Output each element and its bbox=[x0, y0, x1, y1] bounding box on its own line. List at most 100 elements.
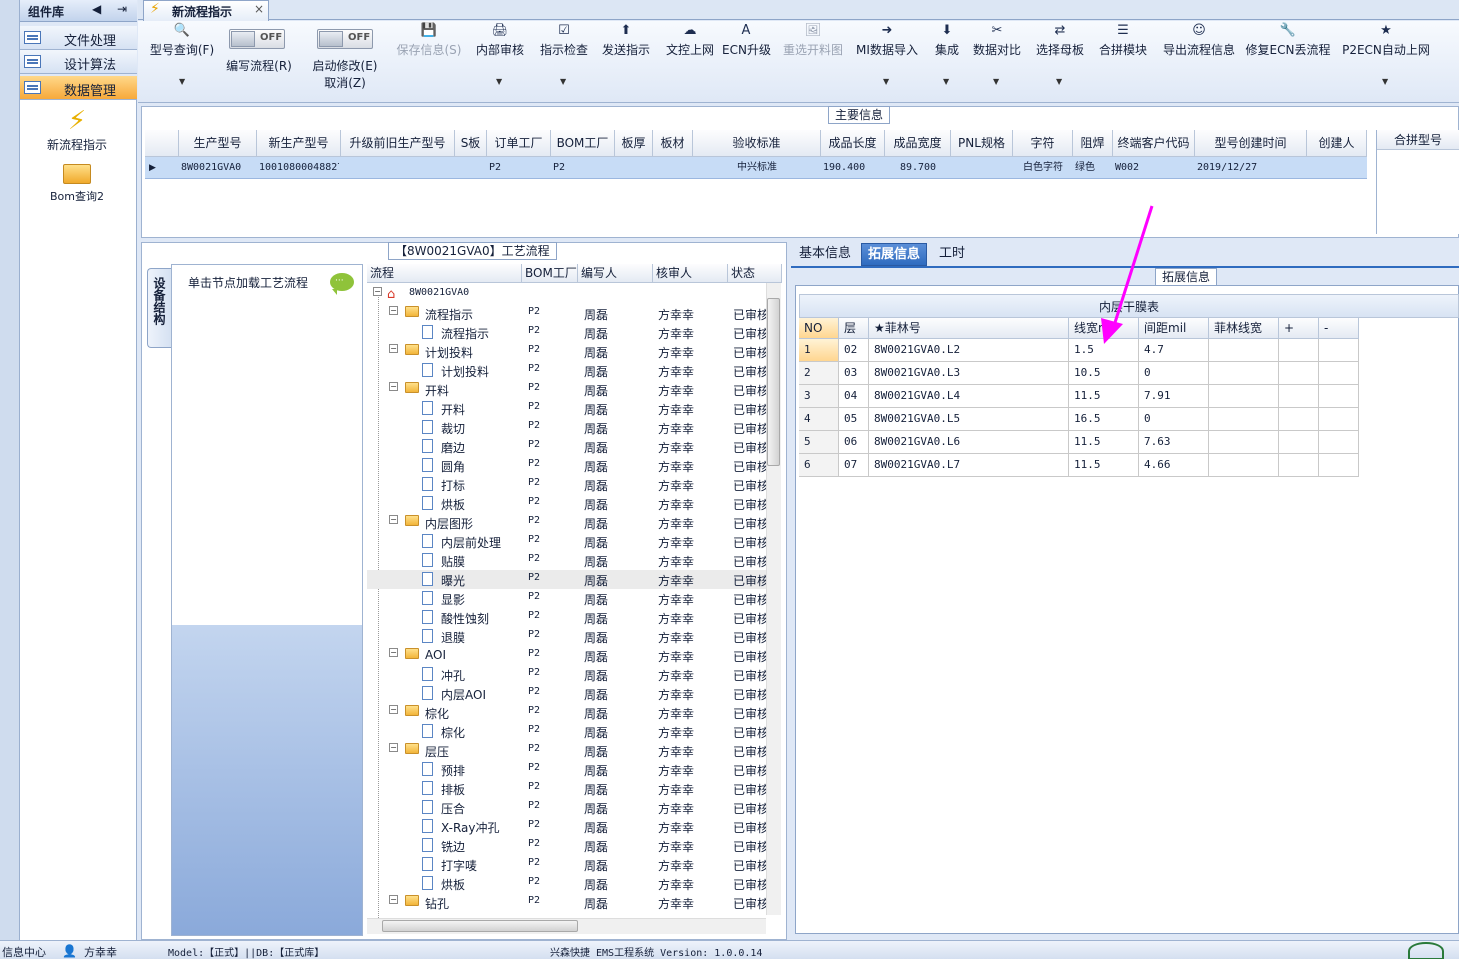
dry-film-cell[interactable] bbox=[1209, 385, 1279, 408]
expand-icon[interactable]: − bbox=[389, 648, 398, 657]
chevron-down-icon[interactable]: ▼ bbox=[993, 77, 999, 86]
cancel-button[interactable]: 取消(Z) bbox=[308, 74, 382, 91]
dry-film-cell[interactable]: 0 bbox=[1139, 408, 1209, 431]
dry-film-cell[interactable]: 04 bbox=[839, 385, 869, 408]
tab-hours[interactable]: 工时 bbox=[933, 243, 971, 266]
tree-row[interactable]: − 钻孔 P2 周磊 方幸幸 已审核 bbox=[367, 893, 769, 912]
nav-collapse-icon[interactable]: ◀ bbox=[92, 2, 101, 16]
main-col-header-9[interactable]: 成品长度 bbox=[821, 130, 885, 157]
dry-film-cell[interactable] bbox=[1209, 431, 1279, 454]
dry-film-cell[interactable] bbox=[1279, 408, 1319, 431]
expand-icon[interactable]: − bbox=[389, 743, 398, 752]
expand-icon[interactable]: − bbox=[389, 515, 398, 524]
dry-film-cell[interactable]: 8W0021GVA0.L2 bbox=[869, 339, 1069, 362]
main-col-header-5[interactable]: BOM工厂 bbox=[551, 130, 615, 157]
tree-row[interactable]: 打字唛 P2 周磊 方幸幸 已审核 bbox=[367, 855, 769, 874]
dry-film-cell[interactable]: 06 bbox=[839, 431, 869, 454]
dry-film-cell[interactable]: 05 bbox=[839, 408, 869, 431]
dry-film-cell[interactable] bbox=[1319, 431, 1359, 454]
tool-new-process[interactable]: ⚡ 新流程指示 bbox=[42, 106, 112, 153]
dry-film-col-header-1[interactable]: 层 bbox=[839, 318, 869, 339]
dry-film-cell[interactable]: 1.5 bbox=[1069, 339, 1139, 362]
chevron-down-icon[interactable]: ▼ bbox=[496, 77, 502, 86]
tree-row[interactable]: 冲孔 P2 周磊 方幸幸 已审核 bbox=[367, 665, 769, 684]
dry-film-cell[interactable] bbox=[1319, 339, 1359, 362]
tree-row[interactable]: 烘板 P2 周磊 方幸幸 已审核 bbox=[367, 494, 769, 513]
tab-equipment-structure[interactable]: 设备结构 bbox=[147, 268, 171, 348]
nav-pin-icon[interactable]: ⇥ bbox=[117, 2, 127, 16]
dry-film-col-header-0[interactable]: NO bbox=[799, 318, 839, 339]
dry-film-cell[interactable] bbox=[1319, 454, 1359, 477]
expand-icon[interactable]: − bbox=[389, 306, 398, 315]
tree-row[interactable]: X-Ray冲孔 P2 周磊 方幸幸 已审核 bbox=[367, 817, 769, 836]
main-col-header-11[interactable]: PNL规格 bbox=[951, 130, 1013, 157]
tree-row[interactable]: 棕化 P2 周磊 方幸幸 已审核 bbox=[367, 722, 769, 741]
tree-col-header-1[interactable]: BOM工厂 bbox=[522, 264, 578, 283]
ribbon-button-5[interactable]: A ECN升级 bbox=[722, 21, 771, 58]
tree-row[interactable]: 压合 P2 周磊 方幸幸 已审核 bbox=[367, 798, 769, 817]
dry-film-cell[interactable] bbox=[1209, 454, 1279, 477]
tree-row[interactable]: 开料 P2 周磊 方幸幸 已审核 bbox=[367, 399, 769, 418]
close-icon[interactable]: × bbox=[254, 2, 264, 16]
dry-film-cell[interactable]: 7.91 bbox=[1139, 385, 1209, 408]
tree-row[interactable]: − ⌂ 8W0021GVA0 bbox=[367, 285, 767, 304]
model-query-button[interactable]: 🔍 型号查询(F) bbox=[146, 21, 218, 58]
dry-film-cell[interactable]: 03 bbox=[839, 362, 869, 385]
tool-bom-query[interactable]: Bom查询2 bbox=[42, 162, 112, 204]
ribbon-button-2[interactable]: ☑ 指示检查 bbox=[534, 21, 594, 58]
expand-icon[interactable]: − bbox=[373, 287, 382, 296]
dry-film-col-header-2[interactable]: ★菲林号 bbox=[869, 318, 1069, 339]
start-modify-toggle[interactable]: OFF bbox=[317, 29, 373, 49]
main-col-header-4[interactable]: 订单工厂 bbox=[487, 130, 551, 157]
ribbon-button-3[interactable]: ⬆ 发送指示 bbox=[596, 21, 656, 58]
dry-film-cell[interactable] bbox=[1319, 385, 1359, 408]
ribbon-button-8[interactable]: ⬇ 集成 bbox=[928, 21, 966, 58]
tree-row[interactable]: 流程指示 P2 周磊 方幸幸 已审核 bbox=[367, 323, 769, 342]
tab-extension[interactable]: 拓展信息 bbox=[861, 243, 928, 266]
dry-film-cell[interactable] bbox=[1319, 362, 1359, 385]
ribbon-button-13[interactable]: 🔧 修复ECN丢流程 bbox=[1244, 21, 1332, 58]
tree-vertical-scroll-thumb[interactable] bbox=[767, 298, 780, 466]
chevron-down-icon[interactable]: ▼ bbox=[883, 77, 889, 86]
tree-col-header-4[interactable]: 状态 bbox=[728, 264, 782, 283]
dry-film-cell[interactable]: 16.5 bbox=[1069, 408, 1139, 431]
dry-film-cell[interactable]: 8W0021GVA0.L3 bbox=[869, 362, 1069, 385]
main-col-header-14[interactable]: 终端客户代码 bbox=[1113, 130, 1195, 157]
dry-film-col-header-3[interactable]: 线宽mil bbox=[1069, 318, 1139, 339]
tree-row[interactable]: 曝光 P2 周磊 方幸幸 已审核 bbox=[367, 570, 769, 589]
ribbon-button-7[interactable]: ➜ MI数据导入 bbox=[854, 21, 920, 58]
tree-row[interactable]: 内层前处理 P2 周磊 方幸幸 已审核 bbox=[367, 532, 769, 551]
main-col-header-2[interactable]: 升级前旧生产型号 bbox=[341, 130, 455, 157]
tree-col-header-0[interactable]: 流程 bbox=[367, 264, 522, 283]
main-col-header-10[interactable]: 成品宽度 bbox=[885, 130, 951, 157]
dry-film-cell[interactable]: 02 bbox=[839, 339, 869, 362]
chevron-down-icon[interactable]: ▼ bbox=[179, 77, 185, 86]
dry-film-col-header-4[interactable]: 间距mil bbox=[1139, 318, 1209, 339]
dry-film-cell[interactable]: 4.66 bbox=[1139, 454, 1209, 477]
tree-row[interactable]: − 棕化 P2 周磊 方幸幸 已审核 bbox=[367, 703, 769, 722]
tree-row[interactable]: − 计划投料 P2 周磊 方幸幸 已审核 bbox=[367, 342, 769, 361]
ribbon-button-11[interactable]: ☰ 合拼模块 bbox=[1094, 21, 1152, 58]
dry-film-cell[interactable]: 11.5 bbox=[1069, 454, 1139, 477]
ribbon-button-4[interactable]: ☁ 文控上网 bbox=[662, 21, 718, 58]
tree-row[interactable]: − 内层图形 P2 周磊 方幸幸 已审核 bbox=[367, 513, 769, 532]
sidebar-item-2[interactable]: 数据管理 bbox=[20, 76, 137, 100]
dry-film-cell[interactable] bbox=[1279, 431, 1319, 454]
tree-row[interactable]: 磨边 P2 周磊 方幸幸 已审核 bbox=[367, 437, 769, 456]
tree-row[interactable]: 退膜 P2 周磊 方幸幸 已审核 bbox=[367, 627, 769, 646]
main-col-header-7[interactable]: 板材 bbox=[653, 130, 693, 157]
chevron-down-icon[interactable]: ▼ bbox=[1056, 77, 1062, 86]
dry-film-cell[interactable]: 10.5 bbox=[1069, 362, 1139, 385]
tree-row[interactable]: 裁切 P2 周磊 方幸幸 已审核 bbox=[367, 418, 769, 437]
dry-film-cell[interactable] bbox=[1209, 408, 1279, 431]
tab-new-process[interactable]: ⚡ 新流程指示 × bbox=[143, 0, 269, 21]
tree-row[interactable]: 打标 P2 周磊 方幸幸 已审核 bbox=[367, 475, 769, 494]
main-col-header-3[interactable]: S板 bbox=[455, 130, 487, 157]
main-col-header-0[interactable]: 生产型号 bbox=[179, 130, 257, 157]
tree-row[interactable]: 预排 P2 周磊 方幸幸 已审核 bbox=[367, 760, 769, 779]
ribbon-button-6[interactable]: 🖼 重选开料图 bbox=[778, 21, 848, 58]
dry-film-cell[interactable]: 8W0021GVA0.L7 bbox=[869, 454, 1069, 477]
dry-film-cell[interactable] bbox=[1279, 339, 1319, 362]
expand-icon[interactable]: − bbox=[389, 705, 398, 714]
dry-film-cell[interactable]: 8W0021GVA0.L4 bbox=[869, 385, 1069, 408]
